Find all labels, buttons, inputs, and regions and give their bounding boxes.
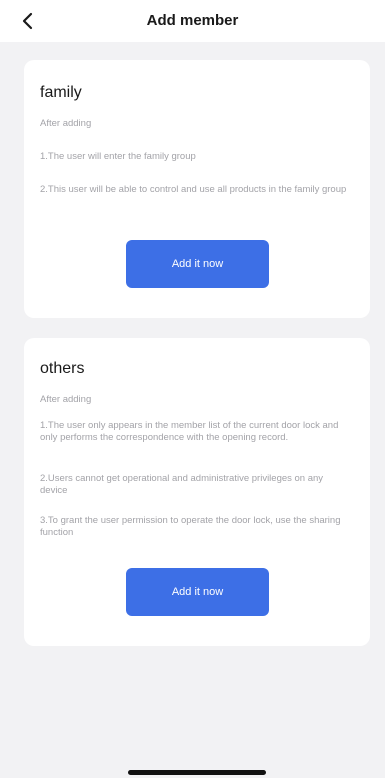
others-point-2: 2.Users cannot get operational and admin… [40,473,324,496]
add-member-screen: Add member family After adding 1.The use… [0,0,385,778]
nav-bar: Add member [0,0,385,42]
others-point-3: 3.To grant the user permission to operat… [40,515,341,538]
others-card: others After adding 1.The user only appe… [24,338,370,646]
others-title: others [40,360,85,377]
add-other-member-button[interactable]: Add it now [126,568,269,616]
family-title: family [40,84,82,101]
page-title: Add member [146,12,239,29]
others-point-1: 1.The user only appears in the member li… [40,420,339,443]
others-subtitle: After adding [40,394,92,405]
family-point-1: 1.The user will enter the family group [40,151,196,162]
family-point-2: 2.This user will be able to control and … [40,184,347,195]
home-indicator [128,770,266,775]
family-card: family After adding 1.The user will ente… [24,60,370,318]
add-family-member-button[interactable]: Add it now [126,240,269,288]
family-subtitle: After adding [40,118,92,129]
